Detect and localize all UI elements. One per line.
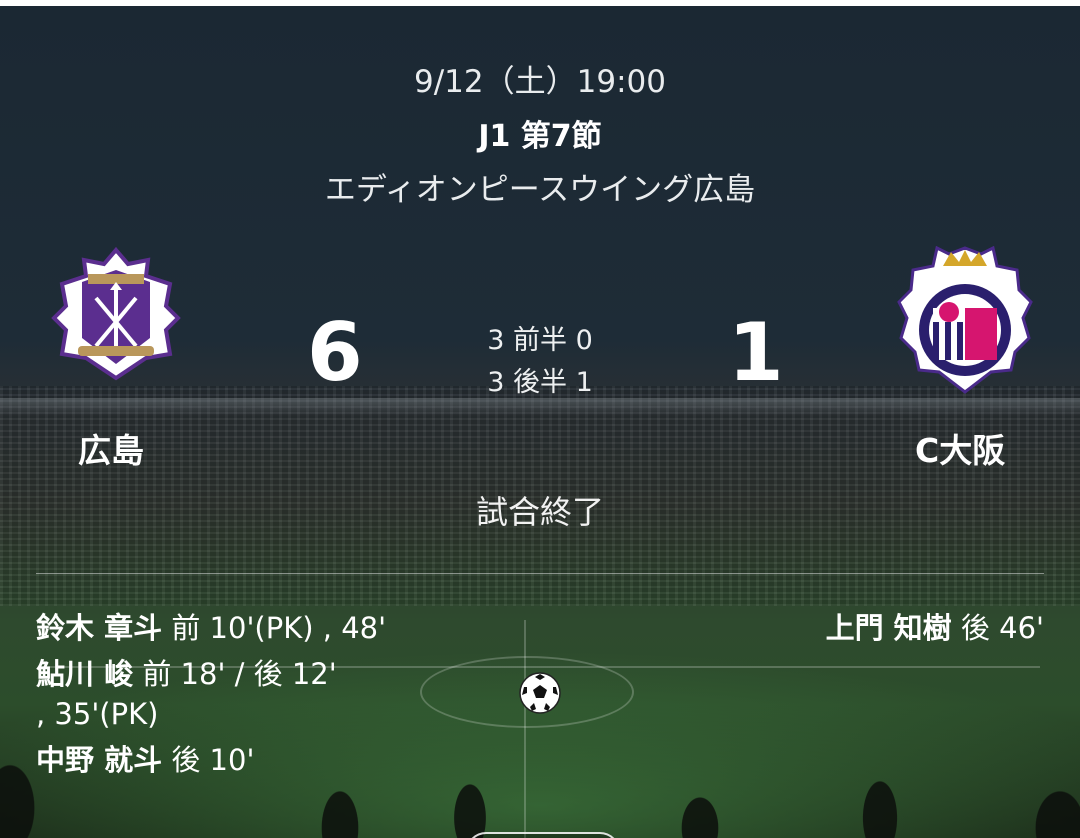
goal-times: 前 10'(PK) , 48' <box>171 611 387 645</box>
goal-times: 後 10' <box>171 743 255 777</box>
goal-times-continued: , 35'(PK) <box>36 697 159 731</box>
match-datetime: 9/12（土）19:00 <box>414 64 666 100</box>
home-scorers: 鈴木 章斗 前 10'(PK) , 48' 鮎川 峻 前 18' / 後 12'… <box>36 605 456 783</box>
home-team-crest <box>51 246 181 381</box>
goal-times: 前 18' / 後 12' <box>142 657 337 691</box>
scorer-name: 上門 知樹 <box>825 611 952 645</box>
scorer-row: 鈴木 章斗 前 10'(PK) , 48' <box>36 605 456 651</box>
match-status: 試合終了 <box>475 493 604 531</box>
stadium-roof <box>0 398 1080 416</box>
first-half-score: 3 前半 0 <box>487 325 593 356</box>
divider <box>36 573 1044 574</box>
soccer-ball-icon <box>519 672 561 714</box>
match-card: 9/12（土）19:00 J1 第7節 エディオンピースウイング広島 6 1 3… <box>0 6 1080 838</box>
scorer-name: 中野 就斗 <box>36 743 163 777</box>
scorer-name: 鈴木 章斗 <box>36 611 163 645</box>
away-team-crest <box>897 246 1033 394</box>
home-team-name: 広島 <box>78 431 144 470</box>
away-score: 1 <box>728 306 784 399</box>
goal-times: 後 46' <box>960 611 1044 645</box>
home-score: 6 <box>307 306 363 399</box>
away-scorers: 上門 知樹 後 46' <box>826 605 1044 651</box>
away-team-name: C大阪 <box>915 431 1006 470</box>
scorer-row: 中野 就斗 後 10' <box>36 737 456 783</box>
scorer-row: 上門 知樹 後 46' <box>826 605 1044 651</box>
scorer-name: 鮎川 峻 <box>36 657 134 691</box>
match-round: J1 第7節 <box>478 119 602 154</box>
match-venue: エディオンピースウイング広島 <box>324 172 756 208</box>
more-button[interactable] <box>466 832 620 838</box>
second-half-score: 3 後半 1 <box>487 367 593 398</box>
scorer-row: 鮎川 峻 前 18' / 後 12' , 35'(PK) <box>36 651 456 737</box>
